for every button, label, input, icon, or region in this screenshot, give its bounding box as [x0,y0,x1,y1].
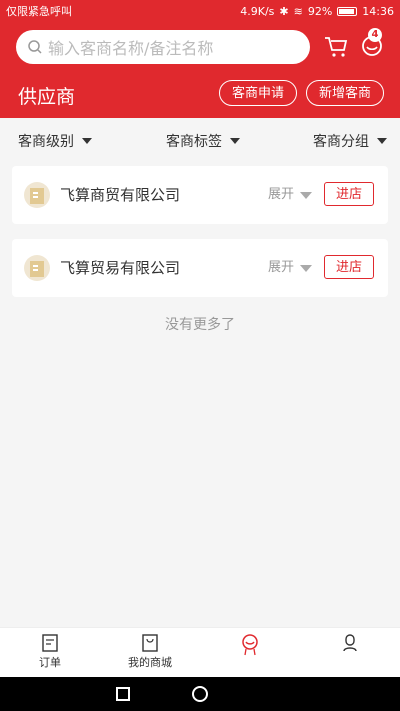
expand-label: 展开 [268,260,295,275]
apply-supplier-button[interactable]: 客商申请 [219,80,297,106]
expand-toggle[interactable]: 展开 [268,166,313,224]
search-input[interactable]: 输入客商名称/备注名称 [16,30,310,64]
battery-fill [339,8,355,14]
chevron-down-icon [82,138,92,144]
battery-icon [337,6,358,16]
tab-my-mall[interactable]: 我的商城 [100,628,200,678]
status-bar: 仅限紧急呼叫 4.9K/s ✱ ≋ 92% 14:36 [0,0,400,22]
filter-bar: 客商级别 客商标签 客商分组 [0,118,400,164]
header: 输入客商名称/备注名称 4 供应商 客商申请 新增客商 [0,22,400,118]
tab-orders-label: 订单 [39,656,61,669]
recent-apps-icon[interactable] [116,687,130,701]
chevron-down-icon [230,138,240,144]
search-placeholder: 输入客商名称/备注名称 [48,39,214,58]
search-icon [28,40,42,54]
tab-suppliers[interactable] [200,628,300,678]
tab-bar: 订单 我的商城 [0,627,400,677]
chevron-down-icon [377,138,387,144]
caret-down-icon [300,191,313,199]
wifi-icon: ≋ [293,4,303,18]
supplier-icon [242,634,258,656]
store-logo-icon [24,255,50,281]
caret-down-icon [300,264,313,272]
bluetooth-icon: ✱ [279,4,289,18]
status-icons: 4.9K/s ✱ ≋ 92% 14:36 [240,5,394,18]
enter-store-button[interactable]: 进店 [324,255,374,279]
page-title: 供应商 [18,86,76,108]
clock: 14:36 [362,4,394,18]
message-badge: 4 [368,28,382,42]
cart-icon[interactable] [324,36,348,58]
supplier-card[interactable]: 飞算贸易有限公司 展开 进店 [12,239,388,297]
filter-tag-label: 客商标签 [166,134,222,150]
expand-toggle[interactable]: 展开 [268,239,313,297]
supplier-card[interactable]: 飞算商贸有限公司 展开 进店 [12,166,388,224]
filter-level[interactable]: 客商级别 [18,118,92,164]
order-icon [42,634,58,652]
shopping-bag-icon [142,634,158,652]
tab-profile[interactable] [300,628,400,678]
add-supplier-button[interactable]: 新增客商 [306,80,384,106]
battery-percent: 92% [307,4,333,18]
supplier-name: 飞算贸易有限公司 [60,259,181,277]
filter-tag[interactable]: 客商标签 [166,118,240,164]
filter-level-label: 客商级别 [18,134,74,150]
system-nav-bar [0,677,400,711]
network-speed: 4.9K/s [240,4,275,18]
carrier-text: 仅限紧急呼叫 [6,5,72,18]
store-logo-icon [24,182,50,208]
profile-icon [343,634,357,652]
no-more-text: 没有更多了 [165,317,235,333]
tab-orders[interactable]: 订单 [0,628,100,678]
enter-store-button[interactable]: 进店 [324,182,374,206]
expand-label: 展开 [268,187,295,202]
home-icon[interactable] [192,686,208,702]
filter-group[interactable]: 客商分组 [313,118,387,164]
filter-group-label: 客商分组 [313,134,369,150]
tab-my-mall-label: 我的商城 [128,656,172,669]
supplier-name: 飞算商贸有限公司 [60,186,181,204]
